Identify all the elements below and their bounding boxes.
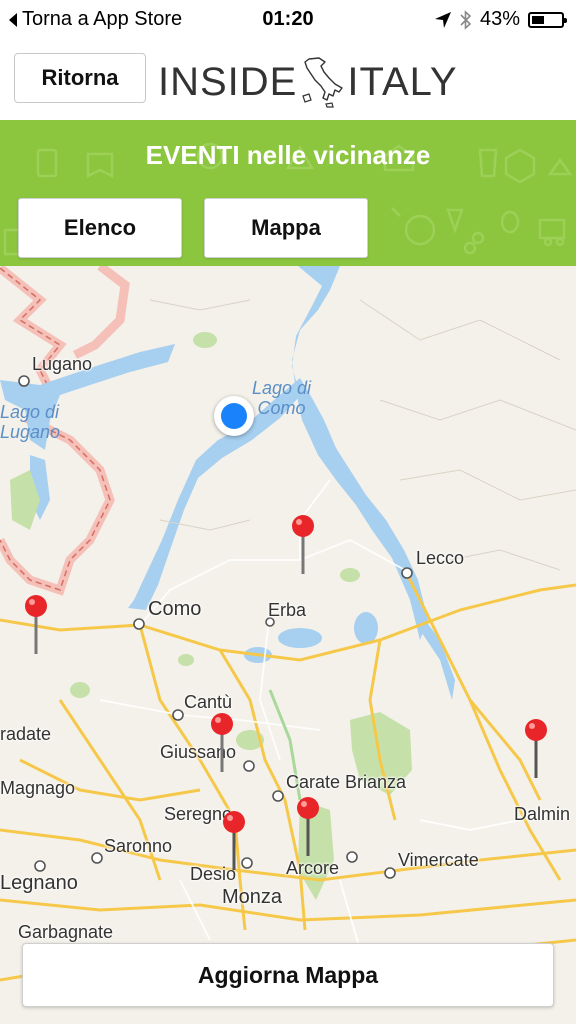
tab-elenco[interactable]: Elenco: [18, 198, 182, 258]
location-arrow-icon: [434, 11, 451, 28]
tab-mappa[interactable]: Mappa: [204, 198, 368, 258]
italy-boot-icon: [302, 57, 344, 108]
user-location-icon: [214, 396, 254, 436]
place-lago-como: Lago di Como: [252, 378, 311, 418]
event-pin-3[interactable]: [208, 712, 236, 774]
logo-text-right: ITALY: [347, 59, 458, 104]
logo-text-left: INSIDE: [158, 59, 298, 104]
bluetooth-icon: [460, 9, 472, 30]
map-view[interactable]: Lugano Lago di Lugano Lago di Como Como …: [0, 266, 576, 1024]
place-legnano: Legnano: [0, 872, 78, 894]
event-pin-6[interactable]: [294, 796, 322, 858]
place-lugano: Lugano: [32, 354, 93, 374]
place-lago-lugano: Lago di Lugano: [0, 402, 60, 442]
status-bar: Torna a App Store 01:20 43%: [0, 0, 576, 38]
place-carate-brianza: Carate Brianza: [286, 772, 407, 792]
place-vimercate: Vimercate: [398, 850, 479, 870]
status-right: 43%: [434, 8, 567, 31]
inside-italy-logo: INSIDE ITALY: [158, 56, 458, 108]
app-header: Ritorna INSIDE ITALY: [0, 38, 576, 120]
battery-percent: 43%: [479, 8, 520, 30]
place-magnago: Magnago: [0, 778, 76, 798]
events-banner: EVENTI nelle vicinanze Elenco Mappa: [0, 120, 576, 266]
place-erba: Erba: [268, 600, 307, 620]
place-cantu: Cantù: [184, 692, 233, 712]
event-pin-2[interactable]: [22, 594, 50, 656]
refresh-map-button[interactable]: Aggiorna Mappa: [22, 943, 554, 1007]
banner-title: EVENTI nelle vicinanze: [145, 140, 431, 170]
place-saronno: Saronno: [104, 836, 173, 856]
place-lecco: Lecco: [416, 548, 465, 568]
lago-lugano-line2: Lugano: [0, 422, 61, 442]
lago-como-line1: Lago di: [252, 378, 312, 398]
event-pin-5[interactable]: [220, 810, 248, 872]
lago-lugano-line1: Lago di: [0, 402, 60, 422]
place-arcore: Arcore: [286, 858, 340, 878]
place-radate: radate: [0, 724, 52, 744]
battery-icon: [528, 11, 567, 28]
place-garbagnate: Garbagnate: [18, 922, 114, 942]
place-como: Como: [148, 598, 202, 620]
back-button[interactable]: Ritorna: [14, 53, 146, 103]
lago-como-line2: Como: [257, 398, 306, 418]
place-monza: Monza: [222, 886, 283, 908]
place-dalmine: Dalmin: [514, 804, 571, 824]
event-pin-4[interactable]: [522, 718, 550, 780]
event-pin-1[interactable]: [289, 514, 317, 576]
